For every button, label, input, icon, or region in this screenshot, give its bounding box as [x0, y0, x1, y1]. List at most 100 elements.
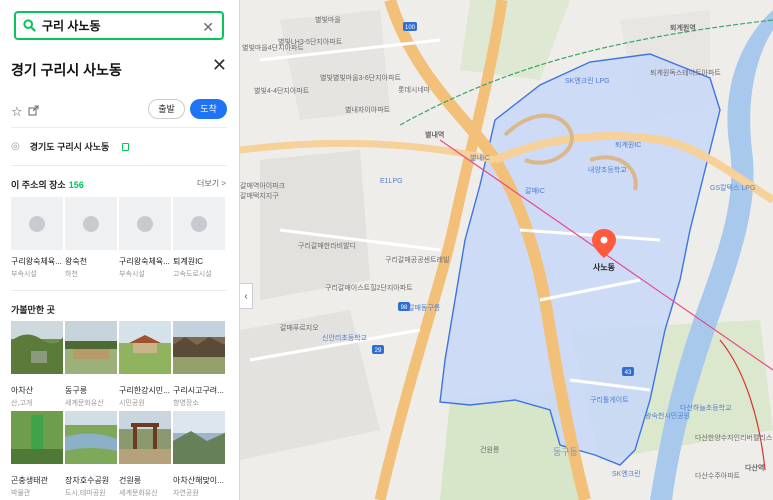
arrive-button[interactable]: 도착 — [190, 99, 227, 119]
visit-card[interactable]: 동구릉 세계문화유산 — [65, 321, 117, 408]
visit-list-row-2: 곤충생태관 박물관 장자호수공원 도시,테마공원 건원릉 세계문화유산 아차산해… — [11, 411, 225, 498]
map-label: 내양초등학교 — [588, 165, 627, 174]
map-label: 별빛마을 — [315, 15, 341, 24]
places-count: 156 — [68, 180, 84, 190]
visit-name: 장자호수공원 — [65, 476, 110, 485]
visit-category: 박물관 — [11, 490, 31, 497]
district-marker-label: 사노동 — [593, 262, 616, 272]
place-icon — [29, 215, 45, 232]
place-category: 부속시설 — [11, 271, 37, 278]
close-icon[interactable]: ✕ — [212, 55, 227, 76]
map-label: SK엔크린 LPG — [565, 76, 610, 85]
placeholder-image — [65, 197, 117, 250]
place-card[interactable]: 구리왕숙체육... 부속시설 — [11, 197, 63, 279]
map-label: 갈매동구릉 — [408, 304, 441, 312]
divider — [11, 165, 227, 166]
visit-card[interactable]: 아차산 산,고개 — [11, 321, 63, 408]
lake-park-photo — [65, 411, 117, 464]
visit-card[interactable]: 곤충생태관 박물관 — [11, 411, 63, 498]
favorite-star-icon[interactable]: ☆ — [11, 104, 23, 120]
visit-category: 자연공원 — [173, 490, 199, 497]
map-label: E1LPG — [380, 178, 403, 185]
road-shield-29: 29 — [372, 345, 384, 354]
placeholder-image — [119, 197, 171, 250]
svg-text:100: 100 — [405, 25, 416, 31]
map-label: 퇴계원독스테이트아파트 — [650, 68, 721, 77]
visit-list-row-1: 아차산 산,고개 동구릉 세계문화유산 구리한강시민... 시민공원 구리시고구… — [11, 321, 225, 408]
place-card[interactable]: 구리왕숙체육... 부속시설 — [119, 197, 171, 279]
map-label: 퇴계원IC — [615, 140, 641, 149]
place-category: 하천 — [65, 271, 78, 278]
visit-card[interactable]: 장자호수공원 도시,테마공원 — [65, 411, 117, 498]
map-label: GS칼텍스 LPG — [710, 183, 755, 192]
map-label: 동구동 — [553, 447, 578, 457]
visit-category: 산,고개 — [11, 400, 33, 407]
place-card[interactable]: 퇴계원IC 고속도로시설 — [173, 197, 225, 279]
search-result-panel: ✕ 경기 구리시 사노동 ✕ ☆ 출발 도착 ◎ 경기도 구리시 사노동 이 주… — [0, 0, 240, 500]
visit-name: 곤충생태관 — [11, 476, 48, 485]
search-icon — [16, 19, 42, 32]
more-link[interactable]: 더보기 > — [197, 178, 226, 189]
map-label: 구리갈매한라비발디 — [298, 241, 356, 250]
road-shield-43: 43 — [622, 367, 634, 376]
places-list: 구리왕숙체육... 부속시설 왕숙천 하천 구리왕숙체육... 부속시설 퇴계원… — [11, 197, 225, 279]
map-label: 갈매IC — [525, 187, 545, 195]
svg-text:29: 29 — [375, 348, 382, 354]
map-label: 별내IC — [470, 153, 490, 162]
placeholder-image — [173, 197, 225, 250]
map-label: 다산하늘초등학교 — [680, 403, 732, 412]
map-label: 별빛LH3-5단지아파트 — [278, 37, 343, 46]
visit-category: 세계문화유산 — [119, 490, 158, 497]
visit-card[interactable]: 건원릉 세계문화유산 — [119, 411, 171, 498]
visit-category: 세계문화유산 — [65, 400, 104, 407]
place-category: 고속도로시설 — [173, 271, 212, 278]
place-card[interactable]: 왕숙천 하천 — [65, 197, 117, 279]
place-name: 퇴계원IC — [173, 257, 204, 266]
map-label: 구리톨게이트 — [590, 395, 629, 404]
map-canvas[interactable]: 100 29 43 98 별빛마을 별빛마을4단지아파트 별빛LH3-5단지아파… — [240, 0, 773, 500]
address-row: ◎ 경기도 구리시 사노동 — [11, 140, 130, 153]
copy-icon[interactable] — [122, 142, 130, 151]
map-label: 별빛별빛마을3-6단지아파트 — [320, 73, 402, 82]
map-label: 갈매역아이파크 — [240, 181, 286, 190]
visit-card[interactable]: 구리시고구려... 향영장소 — [173, 321, 225, 408]
visit-category: 향영장소 — [173, 400, 199, 407]
map-view[interactable]: 100 29 43 98 별빛마을 별빛마을4단지아파트 별빛LH3-5단지아파… — [240, 0, 773, 500]
map-label: 다산역 — [745, 463, 764, 472]
divider — [11, 127, 227, 128]
place-icon — [83, 215, 99, 232]
map-label: 다산수주아파트 — [695, 471, 741, 480]
map-label: 구리갈매공공센트레빌 — [385, 255, 449, 264]
places-section-heading: 이 주소의 장소 156 — [11, 178, 84, 191]
map-label: SK엔크린 — [612, 469, 641, 478]
start-button[interactable]: 출발 — [148, 99, 185, 119]
place-name: 구리왕숙체육... — [119, 257, 170, 266]
map-label: 신안리초등학교 — [322, 333, 368, 342]
share-icon[interactable] — [28, 104, 39, 119]
visit-name: 건원릉 — [119, 476, 142, 485]
tomb-photo — [65, 321, 117, 374]
svg-text:98: 98 — [401, 305, 408, 311]
map-label: 퇴계원역 — [670, 23, 696, 32]
place-category: 부속시설 — [119, 271, 145, 278]
visit-card[interactable]: 아차산해맞이... 자연공원 — [173, 411, 225, 498]
film-set-photo — [173, 321, 225, 374]
clear-search-icon[interactable]: ✕ — [202, 19, 214, 36]
collapse-panel-button[interactable]: ‹ — [240, 283, 253, 309]
royal-tomb-photo — [119, 411, 171, 464]
map-label: 왕숙천시민공원 — [645, 411, 690, 420]
visit-name: 아차산 — [11, 386, 34, 395]
visit-card[interactable]: 구리한강시민... 시민공원 — [119, 321, 171, 408]
map-label: 별내자이아파트 — [345, 105, 391, 114]
map-label: 갈매푸르지오 — [280, 323, 319, 332]
search-box[interactable]: ✕ — [14, 11, 224, 40]
visit-category: 도시,테마공원 — [65, 490, 106, 497]
map-label: 건원릉 — [480, 445, 500, 454]
search-input[interactable] — [42, 18, 192, 33]
place-name: 구리왕숙체육... — [11, 257, 62, 266]
map-label: 갈매택지지구 — [240, 191, 279, 200]
sunrise-park-photo — [173, 411, 225, 464]
visit-name: 아차산해맞이... — [173, 476, 224, 485]
visit-name: 구리한강시민... — [119, 386, 170, 395]
placeholder-image — [11, 197, 63, 250]
